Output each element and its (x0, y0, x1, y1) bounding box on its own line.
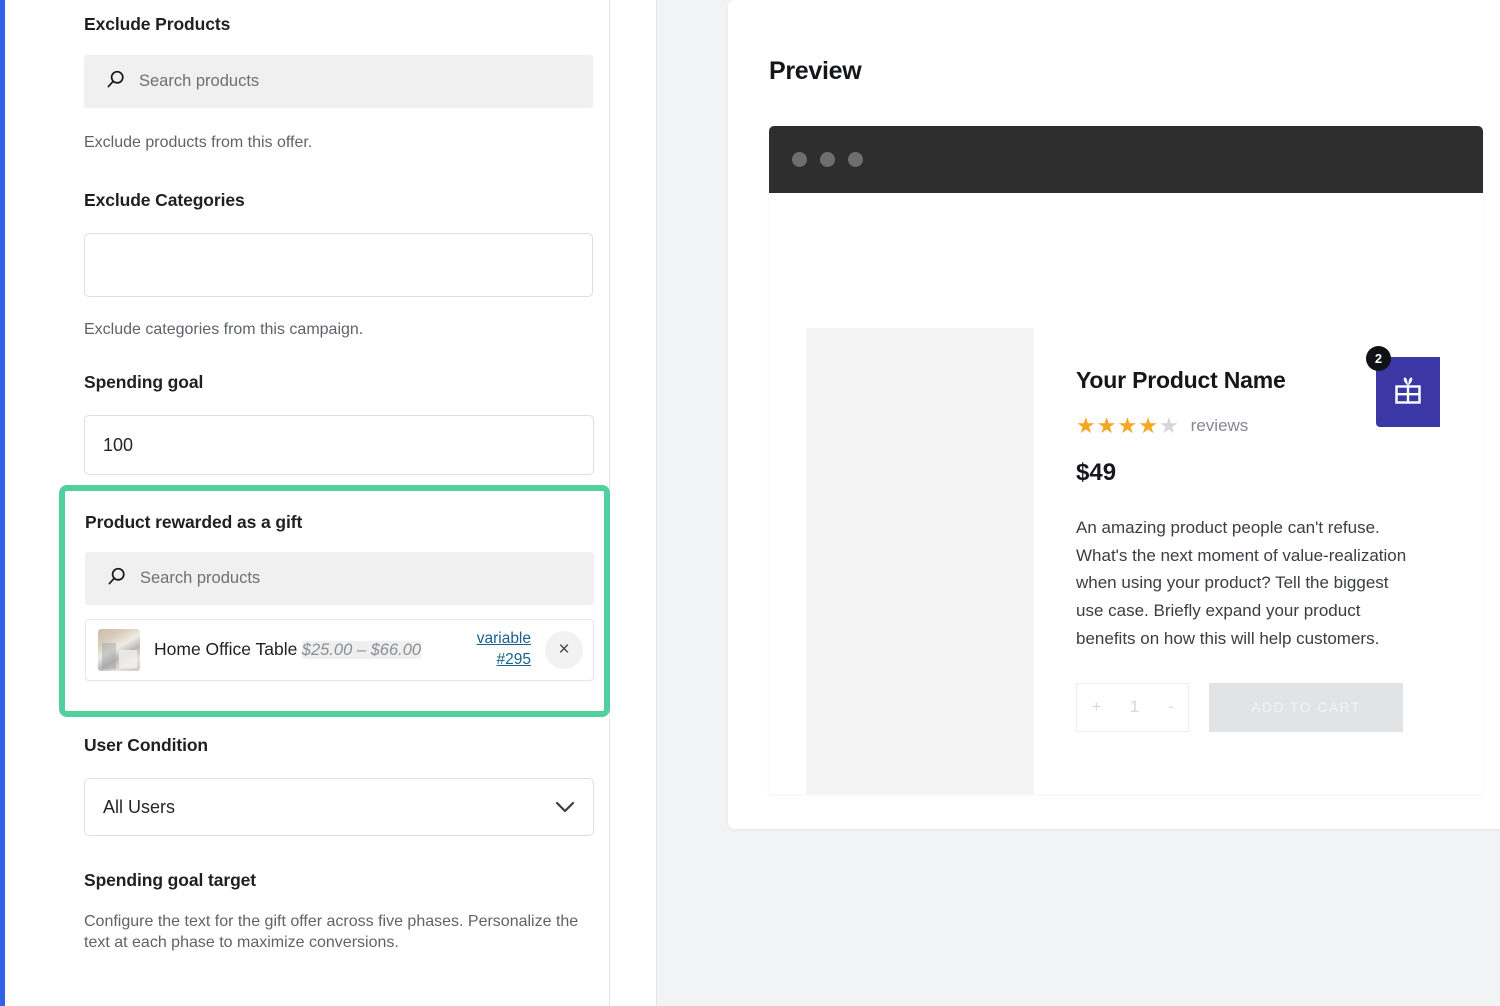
spending-goal-target-label: Spending goal target (84, 870, 257, 890)
gift-product-label: Product rewarded as a gift (85, 512, 303, 532)
spending-goal-target-section: Spending goal target Configure the text … (84, 870, 584, 953)
page-title: Preview (769, 57, 862, 85)
exclude-categories-input[interactable] (84, 233, 593, 297)
quantity-decrease-button[interactable]: - (1168, 697, 1174, 717)
star-icon: ★ (1096, 413, 1117, 438)
quantity-increase-button[interactable]: + (1091, 697, 1101, 717)
gift-product-placeholder: Search products (140, 569, 261, 587)
star-icon: ★ (1076, 413, 1096, 438)
user-condition-field: User Condition All Users (84, 735, 594, 836)
spending-goal-field: Spending goal 100 (84, 372, 594, 475)
spending-goal-target-help: Configure the text for the gift offer ac… (84, 913, 579, 952)
gift-count-badge: 2 (1366, 346, 1391, 371)
gift-product-search-input[interactable]: Search products (85, 552, 594, 605)
product-type-link[interactable]: variable (477, 629, 531, 650)
gift-icon (1390, 372, 1426, 413)
product-thumbnail (98, 629, 140, 671)
browser-content: Your Product Name ★ ★ ★ ★ ★ reviews $49 … (769, 193, 1483, 794)
gift-widget-button[interactable]: 2 (1366, 346, 1440, 427)
window-minimize-dot (820, 152, 835, 167)
product-price-range: $25.00 – $66.00 (301, 641, 422, 660)
window-close-dot (792, 152, 807, 167)
product-id-link[interactable]: #295 (477, 650, 531, 671)
exclude-products-search-input[interactable]: Search products (84, 55, 593, 108)
window-maximize-dot (848, 152, 863, 167)
exclude-products-placeholder: Search products (139, 72, 260, 90)
exclude-categories-label: Exclude Categories (84, 190, 245, 210)
product-links: variable #295 (477, 629, 531, 671)
spending-goal-input[interactable]: 100 (84, 415, 594, 475)
product-name: Home Office Table (154, 639, 298, 660)
add-to-cart-button[interactable]: ADD TO CART (1209, 682, 1403, 732)
exclude-products-help: Exclude products from this offer. (84, 134, 313, 151)
chevron-down-icon (555, 797, 575, 818)
product-info: Your Product Name ★ ★ ★ ★ ★ reviews $49 … (1076, 367, 1416, 732)
spending-goal-label: Spending goal (84, 372, 204, 392)
star-rating: ★ ★ ★ ★ ★ (1076, 415, 1179, 437)
product-image-placeholder (806, 328, 1034, 794)
preview-price: $49 (1076, 459, 1117, 486)
product-text: Home Office Table $25.00 – $66.00 (154, 638, 477, 661)
spending-goal-value: 100 (103, 434, 134, 455)
search-icon (107, 567, 126, 591)
quantity-value: 1 (1129, 697, 1140, 717)
reviews-label: reviews (1190, 416, 1249, 435)
preview-panel: Preview Your Product Name ★ ★ ★ ★ ★ revi… (656, 0, 1500, 1006)
quantity-stepper[interactable]: + 1 - (1076, 682, 1189, 732)
exclude-products-label: Exclude Products (84, 14, 231, 34)
cart-controls: + 1 - ADD TO CART (1076, 682, 1416, 732)
exclude-categories-help: Exclude categories from this campaign. (84, 321, 364, 338)
exclude-categories-field: Exclude Categories Exclude categories fr… (84, 190, 593, 340)
close-icon: × (558, 639, 570, 660)
user-condition-label: User Condition (84, 735, 209, 755)
search-icon (106, 70, 125, 94)
gift-product-highlight-group: Product rewarded as a gift Search produc… (59, 485, 610, 717)
preview-product-name: Your Product Name (1076, 367, 1286, 393)
browser-titlebar (769, 126, 1483, 193)
rating-row: ★ ★ ★ ★ ★ reviews (1076, 415, 1416, 437)
star-icon: ★ (1117, 413, 1138, 438)
gift-product-field: Product rewarded as a gift Search produc… (85, 512, 594, 681)
user-condition-select[interactable]: All Users (84, 778, 594, 836)
preview-description: An amazing product people can't refuse. … (1076, 518, 1407, 648)
user-condition-value: All Users (103, 796, 176, 817)
star-icon-empty: ★ (1158, 413, 1179, 438)
exclude-products-field: Exclude Products Search products Exclude… (84, 14, 593, 153)
browser-mockup: Your Product Name ★ ★ ★ ★ ★ reviews $49 … (769, 126, 1483, 794)
selected-gift-product-row[interactable]: Home Office Table $25.00 – $66.00 variab… (85, 619, 594, 681)
star-icon: ★ (1138, 413, 1158, 438)
remove-gift-product-button[interactable]: × (545, 631, 583, 669)
